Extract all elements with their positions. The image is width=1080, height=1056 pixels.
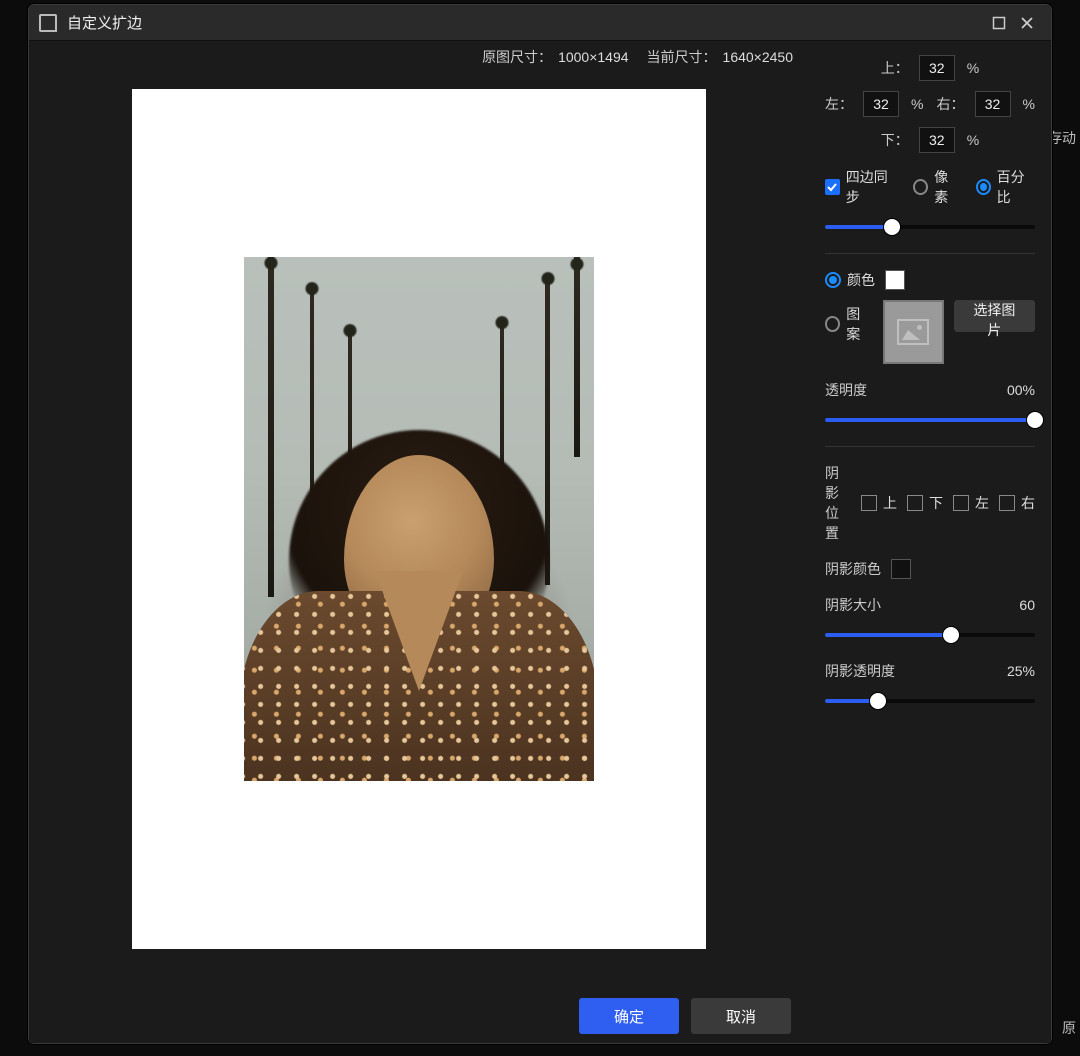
shadow-opacity-value: 25% xyxy=(1007,663,1035,679)
orig-size-label: 原图尺寸： xyxy=(482,47,552,67)
opacity-value: 00% xyxy=(1007,382,1035,398)
preview-canvas[interactable] xyxy=(132,89,706,949)
shadow-pos-down-checkbox[interactable]: 下 xyxy=(907,493,943,513)
margin-sync-slider[interactable] xyxy=(825,217,1035,237)
shadow-pos-left-checkbox[interactable]: 左 xyxy=(953,493,989,513)
titlebar[interactable]: 自定义扩边 xyxy=(29,5,1051,41)
dimensions-bar: 原图尺寸： 1000×1494 当前尺寸： 1640×2450 xyxy=(29,41,809,73)
margin-left-unit: % xyxy=(911,96,923,112)
sync-all-sides-checkbox[interactable]: 四边同步 xyxy=(825,167,897,207)
behind-text-1: 存动 xyxy=(1048,128,1076,148)
margin-right-label: 右： xyxy=(937,94,965,114)
unit-pixel-radio[interactable]: 像素 xyxy=(913,167,959,207)
dialog-window: 自定义扩边 原图尺寸： 1000×1494 当前尺寸： 1640×2450 xyxy=(28,4,1052,1044)
unit-percent-radio[interactable]: 百分比 xyxy=(976,167,1035,207)
margin-bottom-label: 下： xyxy=(881,130,909,150)
window-close-icon[interactable] xyxy=(1013,9,1041,37)
sync-label: 四边同步 xyxy=(846,167,898,207)
behind-text-2: 原 xyxy=(1062,1018,1076,1038)
curr-size-value: 1640×2450 xyxy=(723,49,793,65)
margin-bottom-unit: % xyxy=(967,132,979,148)
margin-left-label: 左： xyxy=(825,94,853,114)
dialog-title: 自定义扩边 xyxy=(67,12,142,33)
fill-pattern-label: 图案 xyxy=(846,304,872,344)
orig-size-value: 1000×1494 xyxy=(558,49,628,65)
ok-button[interactable]: 确定 xyxy=(579,998,679,1034)
margin-right-unit: % xyxy=(1023,96,1035,112)
shadow-opacity-slider[interactable] xyxy=(825,691,1035,711)
unit-percent-label: 百分比 xyxy=(997,167,1035,207)
settings-panel: 上： % 左： % 右： % 下： xyxy=(809,41,1051,1043)
window-maximize-icon[interactable] xyxy=(985,9,1013,37)
margin-right-input[interactable] xyxy=(975,91,1011,117)
shadow-size-slider[interactable] xyxy=(825,625,1035,645)
margin-left-input[interactable] xyxy=(863,91,899,117)
opacity-label: 透明度 xyxy=(825,380,867,400)
fill-pattern-radio[interactable]: 图案 xyxy=(825,304,873,344)
fill-color-radio[interactable]: 颜色 xyxy=(825,270,875,290)
margin-top-input[interactable] xyxy=(919,55,955,81)
shadow-color-label: 阴影颜色 xyxy=(825,559,881,579)
action-bar: 确定 取消 xyxy=(29,989,809,1043)
shadow-pos-right-checkbox[interactable]: 右 xyxy=(999,493,1035,513)
fill-color-swatch[interactable] xyxy=(885,270,905,290)
pattern-preview-icon xyxy=(883,300,944,364)
unit-pixel-label: 像素 xyxy=(934,167,959,207)
shadow-pos-up-checkbox[interactable]: 上 xyxy=(861,493,897,513)
choose-image-button[interactable]: 选择图片 xyxy=(954,300,1035,332)
shadow-size-label: 阴影大小 xyxy=(825,595,881,615)
preview-image xyxy=(244,257,594,781)
shadow-size-value: 60 xyxy=(1019,597,1035,613)
curr-size-label: 当前尺寸： xyxy=(647,47,717,67)
margin-top-label: 上： xyxy=(881,58,909,78)
opacity-slider[interactable] xyxy=(825,410,1035,430)
cancel-button[interactable]: 取消 xyxy=(691,998,791,1034)
preview-column: 原图尺寸： 1000×1494 当前尺寸： 1640×2450 xyxy=(29,41,809,1043)
fill-color-label: 颜色 xyxy=(847,270,875,290)
shadow-color-swatch[interactable] xyxy=(891,559,911,579)
shadow-opacity-label: 阴影透明度 xyxy=(825,661,895,681)
margin-top-unit: % xyxy=(967,60,979,76)
margin-bottom-input[interactable] xyxy=(919,127,955,153)
shadow-position-label: 阴影位置 xyxy=(825,463,851,543)
app-icon xyxy=(39,14,57,32)
